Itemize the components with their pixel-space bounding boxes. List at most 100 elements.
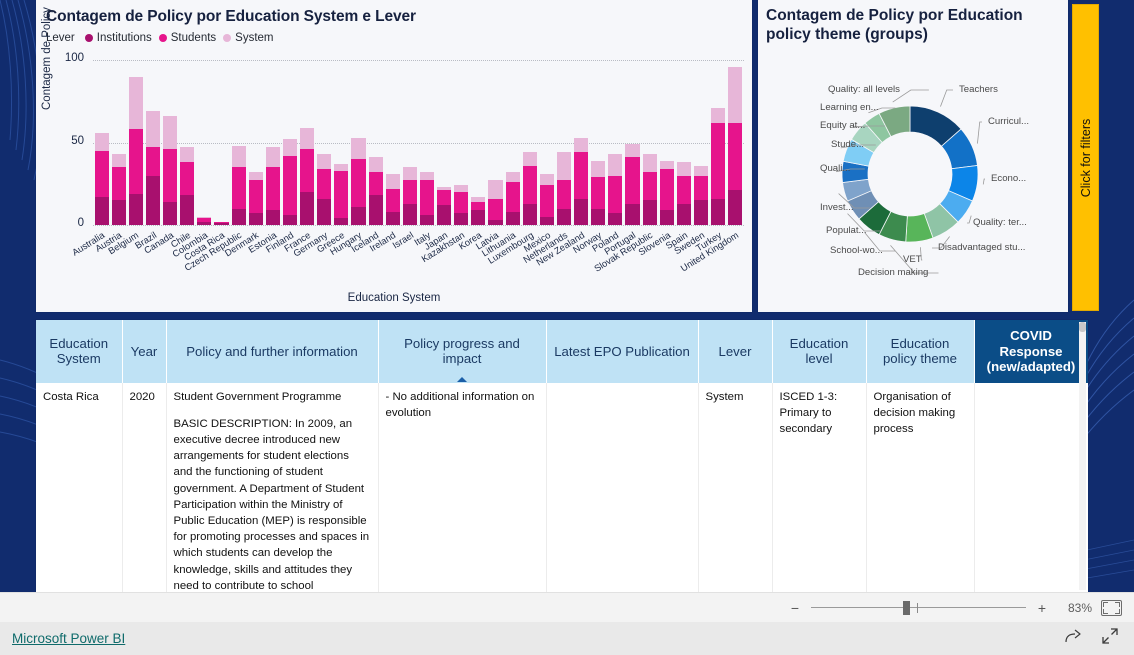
bar-segment-institutions[interactable]	[402, 203, 417, 225]
bar-segment-institutions[interactable]	[522, 203, 537, 225]
bar-segment-system[interactable]	[282, 139, 297, 156]
bar-segment-students[interactable]	[676, 175, 691, 204]
bar-segment-students[interactable]	[94, 150, 109, 197]
bar-segment-students[interactable]	[711, 122, 726, 199]
bar-segment-institutions[interactable]	[556, 208, 571, 225]
bar-segment-students[interactable]	[180, 162, 195, 196]
bar-segment-institutions[interactable]	[419, 215, 434, 225]
bar-segment-system[interactable]	[163, 116, 178, 150]
table-header-cell[interactable]: Policy and further information	[166, 320, 379, 383]
bar-segment-system[interactable]	[556, 152, 571, 181]
bar-segment-institutions[interactable]	[163, 201, 178, 225]
bar-segment-institutions[interactable]	[385, 211, 400, 225]
table-header-cell[interactable]: Education level	[772, 320, 867, 383]
bar-column[interactable]	[179, 60, 196, 225]
bar-segment-students[interactable]	[556, 180, 571, 209]
bar-segment-institutions[interactable]	[693, 200, 708, 225]
bar-segment-students[interactable]	[163, 149, 178, 202]
bar-segment-institutions[interactable]	[437, 205, 452, 225]
bar-chart-legend[interactable]: Lever Institutions Students System	[36, 26, 752, 44]
bar-segment-system[interactable]	[574, 137, 589, 153]
zoom-in-button[interactable]: +	[1035, 601, 1049, 615]
bar-column[interactable]	[436, 60, 453, 225]
bar-segment-students[interactable]	[402, 180, 417, 204]
table-header-cell[interactable]: Year	[122, 320, 167, 383]
bar-segment-system[interactable]	[454, 185, 469, 193]
legend-item-system[interactable]: System	[223, 32, 274, 44]
bar-segment-institutions[interactable]	[659, 210, 674, 225]
bar-segment-institutions[interactable]	[539, 216, 554, 225]
bar-column[interactable]	[418, 60, 435, 225]
bar-segment-institutions[interactable]	[265, 210, 280, 225]
bar-segment-institutions[interactable]	[642, 200, 657, 225]
bar-column[interactable]	[624, 60, 641, 225]
bar-column[interactable]	[573, 60, 590, 225]
bar-segment-students[interactable]	[265, 167, 280, 211]
bar-segment-institutions[interactable]	[128, 193, 143, 225]
bar-column[interactable]	[401, 60, 418, 225]
bar-column[interactable]	[247, 60, 264, 225]
bar-segment-system[interactable]	[180, 147, 195, 163]
bar-column[interactable]	[453, 60, 470, 225]
filters-pane-toggle[interactable]: Click for filters	[1072, 4, 1099, 311]
bar-segment-system[interactable]	[231, 145, 246, 168]
bar-segment-students[interactable]	[608, 175, 623, 214]
bar-column[interactable]	[162, 60, 179, 225]
bar-segment-institutions[interactable]	[505, 211, 520, 225]
bar-segment-students[interactable]	[505, 182, 520, 212]
bar-segment-institutions[interactable]	[248, 213, 263, 225]
bar-segment-students[interactable]	[574, 152, 589, 199]
bar-segment-system[interactable]	[591, 160, 606, 178]
bar-segment-students[interactable]	[419, 180, 434, 216]
bar-segment-system[interactable]	[145, 111, 160, 148]
bar-segment-system[interactable]	[539, 173, 554, 186]
table-header-cell[interactable]: Policy progress and impact	[378, 320, 547, 383]
bar-column[interactable]	[281, 60, 298, 225]
table-scrollbar-thumb[interactable]	[1079, 322, 1086, 332]
legend-item-students[interactable]: Students	[158, 32, 216, 44]
bar-column[interactable]	[350, 60, 367, 225]
bar-segment-institutions[interactable]	[368, 195, 383, 225]
table-header-cell[interactable]: COVID Response (new/adapted)	[974, 320, 1088, 383]
bar-segment-institutions[interactable]	[608, 213, 623, 225]
bar-segment-system[interactable]	[351, 137, 366, 160]
bar-column[interactable]	[127, 60, 144, 225]
bar-segment-system[interactable]	[728, 66, 743, 123]
bar-segment-institutions[interactable]	[197, 221, 212, 225]
bar-segment-institutions[interactable]	[676, 203, 691, 225]
policy-table[interactable]: Education System Year Policy and further i…	[36, 320, 1088, 592]
policy-table-visual[interactable]: Education System Year Policy and further i…	[36, 320, 1088, 592]
bar-segment-students[interactable]	[728, 122, 743, 191]
bar-segment-institutions[interactable]	[282, 215, 297, 225]
bar-segment-students[interactable]	[385, 188, 400, 212]
bar-column[interactable]	[470, 60, 487, 225]
bar-segment-institutions[interactable]	[574, 198, 589, 225]
bar-segment-system[interactable]	[94, 132, 109, 151]
bar-segment-system[interactable]	[642, 154, 657, 173]
bar-segment-system[interactable]	[248, 172, 263, 181]
zoom-slider-thumb[interactable]	[903, 601, 910, 615]
table-body[interactable]: Costa Rica 2020 Student Government Program…	[36, 382, 1088, 592]
bar-column[interactable]	[607, 60, 624, 225]
bar-column[interactable]	[504, 60, 521, 225]
bar-segment-students[interactable]	[437, 190, 452, 206]
bar-segment-students[interactable]	[317, 168, 332, 199]
zoom-control[interactable]: − + 83%	[788, 600, 1134, 616]
bar-chart-visual[interactable]: Contagem de Policy por Education System …	[36, 0, 752, 312]
bar-segment-institutions[interactable]	[317, 198, 332, 225]
bar-column[interactable]	[367, 60, 384, 225]
bar-column[interactable]	[641, 60, 658, 225]
bar-segment-students[interactable]	[334, 170, 349, 219]
bar-column[interactable]	[487, 60, 504, 225]
bar-segment-system[interactable]	[608, 154, 623, 176]
bar-segment-institutions[interactable]	[471, 210, 486, 225]
bar-segment-institutions[interactable]	[488, 220, 503, 225]
bar-segment-system[interactable]	[368, 157, 383, 173]
bar-segment-students[interactable]	[625, 157, 640, 204]
bar-segment-students[interactable]	[248, 180, 263, 214]
bar-segment-institutions[interactable]	[180, 195, 195, 225]
bar-segment-institutions[interactable]	[94, 196, 109, 225]
bar-segment-students[interactable]	[522, 165, 537, 204]
bar-column[interactable]	[144, 60, 161, 225]
table-row[interactable]: Costa Rica 2020 Student Government Program…	[36, 382, 1088, 592]
